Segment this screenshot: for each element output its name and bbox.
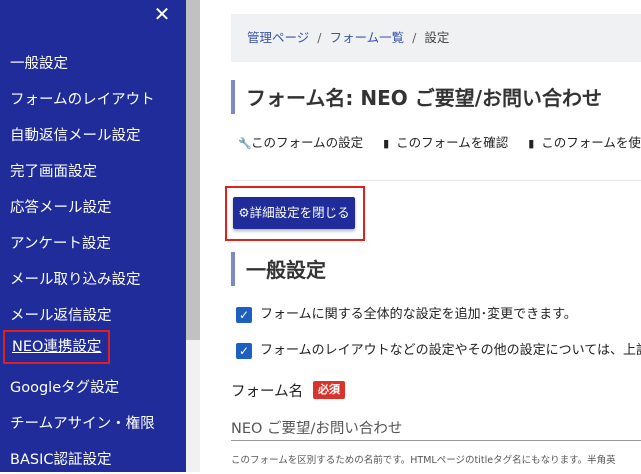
form-name-input[interactable] [231, 414, 641, 441]
form-name-help: このフォームを区別するための名前です。HTMLページのtitleタグ名にもなりま… [231, 455, 616, 466]
note-2: ✓ フォームのレイアウトなどの設定やその他の設定については、上記 [236, 342, 641, 360]
sidebar-item-complete[interactable]: 完了画面設定 [10, 158, 97, 186]
required-badge: 必須 [313, 381, 345, 399]
title-accent-bar [231, 80, 235, 114]
close-detail-button[interactable]: ⚙詳細設定を閉じる [233, 197, 355, 229]
checkbox-icon: ✓ [236, 342, 252, 359]
sidebar-item-google-tag[interactable]: Googleタグ設定 [10, 374, 119, 402]
scrollbar-thumb[interactable] [186, 0, 200, 340]
divider [231, 180, 641, 181]
sidebar-scrollbar[interactable] [186, 0, 200, 472]
form-use-link[interactable]: ▮このフォームを使う [528, 132, 641, 151]
form-name-label: フォーム名 [231, 384, 304, 400]
gear-icon: ⚙ [238, 205, 250, 220]
sidebar: ✕ 一般設定 フォームのレイアウト 自動返信メール設定 完了画面設定 応答メール… [0, 0, 186, 472]
sidebar-item-basic-auth[interactable]: BASIC認証設定 [10, 446, 111, 474]
sidebar-item-response-mail[interactable]: 応答メール設定 [10, 194, 112, 222]
sidebar-item-survey[interactable]: アンケート設定 [10, 230, 111, 258]
sidebar-item-autoreply[interactable]: 自動返信メール設定 [10, 122, 141, 150]
section-title: 一般設定 [246, 258, 326, 282]
file-icon: ▮ [383, 137, 390, 150]
sidebar-item-general[interactable]: 一般設定 [10, 50, 68, 78]
breadcrumb-sep: / [317, 30, 322, 45]
breadcrumb-current: 設定 [424, 30, 450, 45]
page-title: フォーム名: NEO ご要望/お問い合わせ [246, 86, 603, 110]
form-settings-link[interactable]: 🔧このフォームの設定 [238, 132, 363, 151]
sidebar-item-layout[interactable]: フォームのレイアウト [10, 86, 155, 114]
form-preview-link[interactable]: ▮ このフォームを確認 [383, 132, 508, 151]
sidebar-item-mail-reply[interactable]: メール返信設定 [10, 302, 112, 330]
breadcrumb: 管理ページ / フォーム一覧 / 設定 [231, 14, 641, 62]
sidebar-item-mail-import[interactable]: メール取り込み設定 [10, 266, 141, 294]
form-actions: 🔧このフォームの設定 ▮このフォームを確認 ▮このフォームを使う [238, 132, 641, 151]
note-1: ✓ フォームに関する全体的な設定を追加･変更できます。 [236, 306, 577, 324]
sidebar-item-team[interactable]: チームアサイン・権限 [10, 410, 155, 438]
breadcrumb-admin[interactable]: 管理ページ [247, 14, 309, 62]
sidebar-item-neo[interactable]: NEO連携設定 [3, 330, 111, 364]
section-accent-bar [231, 252, 235, 286]
close-icon[interactable]: ✕ [152, 4, 172, 24]
checkbox-icon: ✓ [236, 306, 252, 323]
breadcrumb-sep: / [412, 30, 417, 45]
wrench-icon: 🔧 [238, 137, 252, 150]
highlight-box: ⚙詳細設定を閉じる [225, 186, 365, 241]
breadcrumb-form-list[interactable]: フォーム一覧 [329, 14, 404, 62]
file-icon: ▮ [528, 137, 535, 150]
